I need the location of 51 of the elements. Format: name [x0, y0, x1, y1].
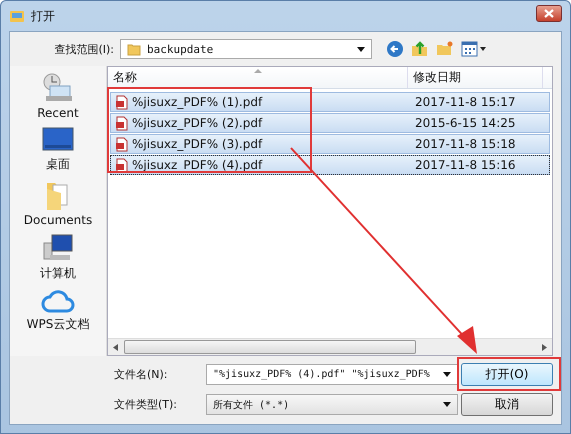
- back-icon[interactable]: [386, 40, 404, 58]
- file-row[interactable]: %jisuxz_PDF% (1).pdf 2017-11-8 15:17: [110, 92, 550, 112]
- file-name: %jisuxz_PDF% (1).pdf: [132, 95, 262, 109]
- close-button[interactable]: [536, 4, 562, 22]
- scroll-left-icon[interactable]: [113, 344, 119, 350]
- cancel-button[interactable]: 取消: [461, 393, 553, 416]
- place-label[interactable]: WPS云文档: [26, 316, 90, 333]
- pdf-file-icon: [115, 158, 129, 172]
- pdf-file-icon: [115, 94, 129, 110]
- folder-icon: [127, 42, 141, 56]
- modified-date: 2017-11-8 15:18: [415, 137, 516, 151]
- file-type-label: 文件类型(T):: [114, 397, 178, 412]
- file-row[interactable]: %jisuxz_PDF% (3).pdf 2017-11-8 15:18: [110, 134, 550, 154]
- place-label[interactable]: 计算机: [40, 265, 76, 282]
- folder-icon: [9, 8, 25, 24]
- file-name: %jisuxz_PDF% (2).pdf: [132, 116, 262, 130]
- pdf-file-icon: [115, 116, 129, 130]
- cloud-icon[interactable]: [41, 288, 75, 314]
- file-name: %jisuxz_PDF% (3).pdf: [132, 137, 262, 151]
- column-header[interactable]: 名称: [108, 67, 408, 88]
- file-name-label: 文件名(N):: [114, 367, 169, 382]
- look-in-dropdown[interactable]: backupdate: [120, 39, 372, 59]
- modified-date: 2017-11-8 15:16: [415, 158, 516, 172]
- place-label[interactable]: 桌面: [46, 156, 70, 173]
- new-folder-icon[interactable]: [436, 40, 454, 58]
- window-title: 打开: [31, 8, 55, 24]
- horizontal-scrollbar[interactable]: [108, 338, 552, 355]
- caret-icon: [443, 402, 451, 407]
- close-icon: [544, 8, 554, 18]
- place-label[interactable]: Recent: [37, 106, 79, 120]
- file-type-dropdown[interactable]: 所有文件 (*.*): [206, 394, 458, 415]
- column-header[interactable]: 修改日期: [408, 67, 543, 88]
- pdf-file-icon: [115, 136, 129, 152]
- scroll-right-icon[interactable]: [541, 344, 547, 350]
- modified-date: 2017-11-8 15:17: [415, 95, 516, 109]
- computer-icon[interactable]: [42, 233, 74, 263]
- file-row[interactable]: %jisuxz_PDF% (4).pdf 2017-11-8 15:16: [110, 155, 550, 175]
- scroll-thumb[interactable]: [124, 340, 416, 354]
- modified-date: 2015-6-15 14:25: [415, 116, 516, 130]
- file-name-field[interactable]: "%jisuxz_PDF% (4).pdf" "%jisuxz_PDF%: [206, 364, 458, 385]
- look-in-label: 查找范围(I):: [53, 42, 114, 56]
- file-row[interactable]: %jisuxz_PDF% (2).pdf 2015-6-15 14:25: [110, 113, 550, 133]
- place-label[interactable]: Documents: [24, 213, 92, 227]
- up-folder-icon[interactable]: [411, 40, 429, 58]
- view-menu-icon[interactable]: [461, 41, 487, 57]
- caret-icon: [357, 46, 365, 52]
- recent-places-icon[interactable]: [42, 72, 74, 104]
- open-button[interactable]: 打开(O): [461, 363, 553, 386]
- file-name: %jisuxz_PDF% (4).pdf: [132, 158, 262, 172]
- caret-icon: [443, 372, 451, 377]
- sort-arrow-icon: [254, 69, 262, 73]
